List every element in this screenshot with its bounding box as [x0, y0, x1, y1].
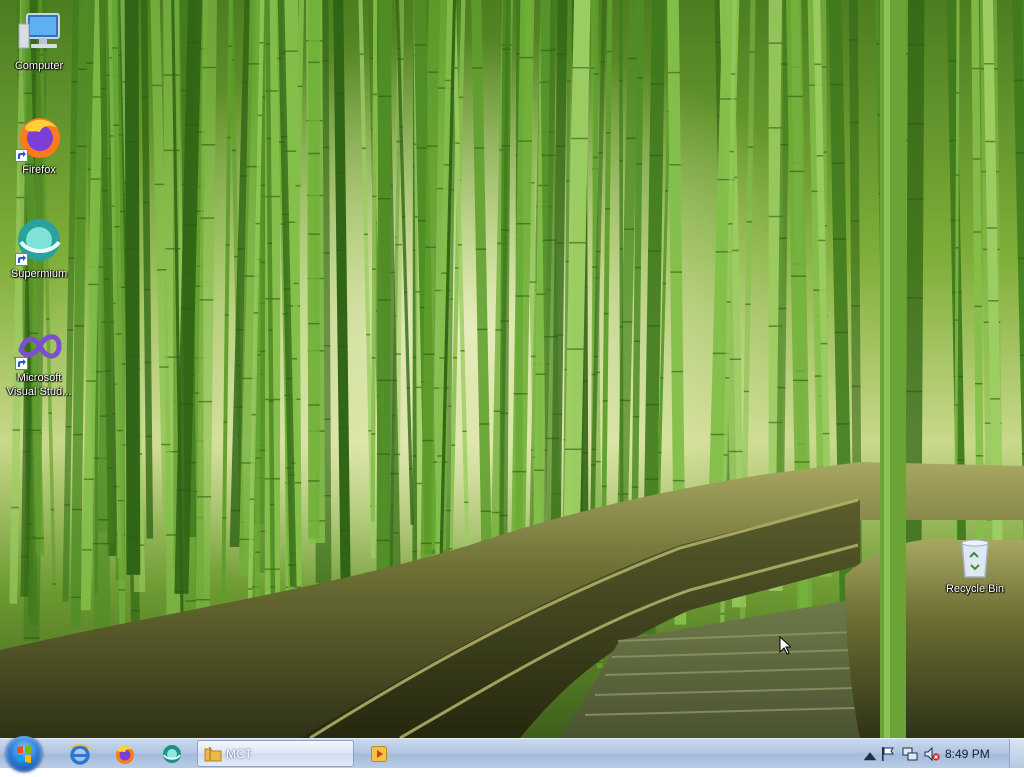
bamboo-stalk [124, 0, 141, 575]
desktop-icon-label: Firefox [22, 164, 56, 176]
supermium-icon [163, 745, 181, 763]
shortcut-arrow-icon [15, 149, 28, 162]
desktop-icon-recycle-bin[interactable]: Recycle Bin [936, 533, 1014, 596]
taskbar-pin-supermium[interactable] [152, 740, 192, 767]
internet-explorer-icon [70, 743, 90, 765]
supermium-icon [15, 218, 63, 266]
taskbar-window-mct[interactable]: MCT [197, 740, 354, 767]
taskbar-window-label: MCT [226, 747, 252, 761]
desktop-icon-visual-studio[interactable]: Microsoft Visual Stud... [0, 322, 78, 399]
desktop-icon-label-line1: Microsoft [16, 372, 62, 384]
desktop-icon-supermium[interactable]: Supermium [0, 218, 78, 281]
network-icon[interactable] [902, 746, 918, 762]
show-hidden-icons-arrow[interactable] [862, 749, 878, 765]
desktop-icon-label: Computer [14, 60, 64, 72]
media-player-icon [371, 746, 387, 762]
desktop-icon-firefox[interactable]: Firefox [0, 114, 78, 177]
desktop-icon-label: Supermium [10, 268, 68, 280]
desktop-wallpaper [0, 0, 1024, 738]
taskbar: MCT 8:49 PM [0, 736, 1024, 772]
recycle-bin-icon [951, 533, 999, 581]
shortcut-arrow-icon [15, 357, 28, 370]
computer-icon [15, 10, 63, 58]
firefox-icon [15, 114, 63, 162]
desktop-icon-label: Recycle Bin [945, 583, 1005, 595]
firefox-icon [116, 745, 134, 764]
system-tray: 8:49 PM [834, 739, 1024, 769]
shortcut-arrow-icon [15, 253, 28, 266]
bamboo-stalk [308, 0, 320, 539]
mouse-cursor-icon [779, 636, 791, 655]
taskbar-pin-firefox[interactable] [105, 740, 145, 767]
taskbar-clock[interactable]: 8:49 PM [945, 747, 990, 761]
volume-muted-icon[interactable] [924, 746, 940, 762]
show-desktop-button[interactable] [1009, 739, 1024, 768]
visual-studio-icon [15, 322, 63, 370]
start-orb-icon[interactable] [6, 736, 42, 772]
folder-icon [204, 747, 222, 762]
desktop-icon-computer[interactable]: Computer [0, 10, 78, 73]
taskbar-window-media-player[interactable] [366, 740, 392, 767]
action-center-flag-icon[interactable] [880, 746, 896, 762]
desktop-icon-label-line2: Visual Stud... [6, 386, 72, 398]
taskbar-pin-internet-explorer[interactable] [60, 740, 100, 767]
